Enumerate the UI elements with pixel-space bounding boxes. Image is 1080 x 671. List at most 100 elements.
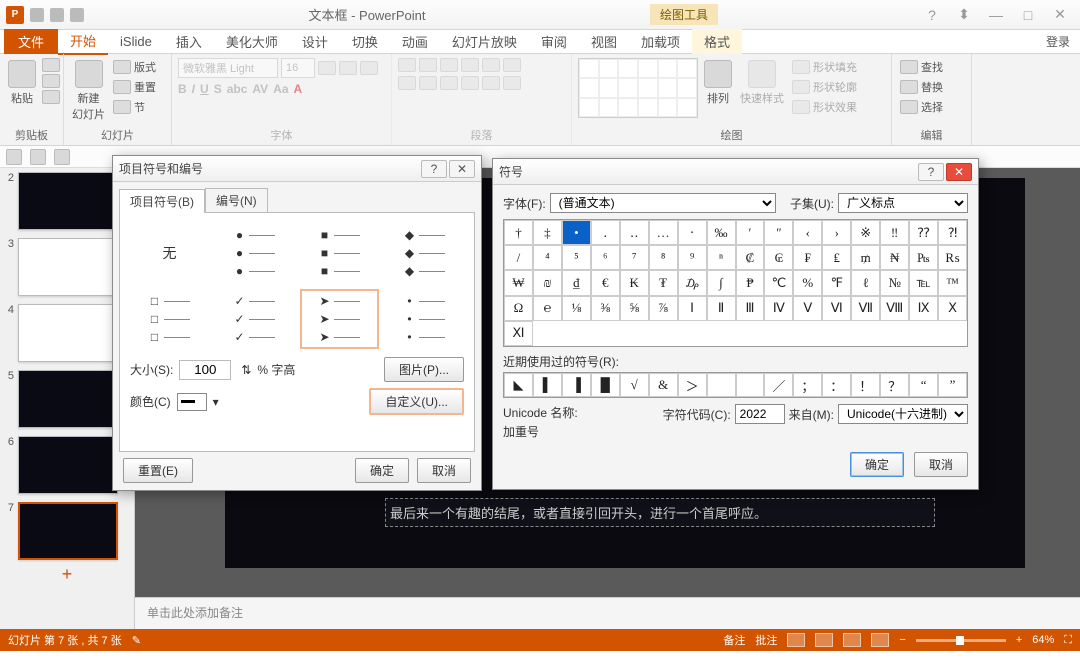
- shape-outline-button[interactable]: 形状轮廓: [790, 78, 859, 96]
- thumbnail-selected[interactable]: [18, 502, 118, 560]
- symbol-cell[interactable]: ′: [736, 220, 765, 245]
- symbol-cell[interactable]: ₡: [736, 245, 765, 270]
- symbol-cell[interactable]: ⅞: [649, 296, 678, 321]
- dialog-help-button[interactable]: ?: [918, 163, 944, 181]
- symbol-cell[interactable]: ›: [822, 220, 851, 245]
- recent-symbol-cell[interactable]: ／: [764, 373, 793, 397]
- symbol-cell[interactable]: %: [793, 270, 822, 295]
- symbol-cell[interactable]: ⁹: [678, 245, 707, 270]
- tab-home[interactable]: 开始: [58, 28, 108, 55]
- bullet-disc[interactable]: ●●●: [215, 223, 294, 283]
- reading-view-icon[interactable]: [843, 633, 861, 647]
- section-button[interactable]: 节: [111, 98, 158, 116]
- symbol-cell[interactable]: №: [880, 270, 909, 295]
- symbol-cell[interactable]: Ⅲ: [736, 296, 765, 321]
- recent-symbol-cell[interactable]: &: [649, 373, 678, 397]
- thumbnail[interactable]: [18, 238, 118, 296]
- recent-symbol-cell[interactable]: ；: [793, 373, 822, 397]
- symbol-cell[interactable]: ․: [591, 220, 620, 245]
- symbol-cell[interactable]: ‹: [793, 220, 822, 245]
- notes-pane[interactable]: 单击此处添加备注: [135, 597, 1080, 629]
- tab-addins[interactable]: 加载项: [629, 29, 692, 54]
- size-input[interactable]: [179, 360, 231, 380]
- maximize-button[interactable]: □: [1014, 5, 1042, 25]
- symbol-cell[interactable]: •: [562, 220, 591, 245]
- thumbnail[interactable]: [18, 304, 118, 362]
- qat-item[interactable]: [30, 8, 44, 22]
- symbol-cell[interactable]: ℃: [764, 270, 793, 295]
- numbering-icon[interactable]: [419, 58, 437, 72]
- bullets-icon[interactable]: [398, 58, 416, 72]
- minimize-button[interactable]: —: [982, 5, 1010, 25]
- symbol-cell[interactable]: ₪: [533, 270, 562, 295]
- symbol-cell[interactable]: ₥: [851, 245, 880, 270]
- reset-button[interactable]: 重置: [111, 78, 158, 96]
- ok-button[interactable]: 确定: [355, 458, 409, 483]
- symbol-cell[interactable]: ₫: [562, 270, 591, 295]
- symbol-cell[interactable]: ℉: [822, 270, 851, 295]
- dialog-help-button[interactable]: ?: [421, 160, 447, 178]
- symbol-cell[interactable]: ₭: [620, 270, 649, 295]
- symbol-cell[interactable]: ₮: [649, 270, 678, 295]
- add-slide-button[interactable]: +: [2, 564, 132, 585]
- symbol-cell[interactable]: Ⅶ: [851, 296, 880, 321]
- symbol-cell[interactable]: ‡: [533, 220, 562, 245]
- bullet-arrow[interactable]: ➤➤➤: [300, 289, 379, 349]
- symbol-cell[interactable]: ℓ: [851, 270, 880, 295]
- symbol-cell[interactable]: ⁸: [649, 245, 678, 270]
- recent-symbol-cell[interactable]: [707, 373, 736, 397]
- underline-button[interactable]: U: [200, 82, 209, 96]
- layout-button[interactable]: 版式: [111, 58, 158, 76]
- symbol-cell[interactable]: ″: [764, 220, 793, 245]
- recent-symbol-cell[interactable]: ”: [938, 373, 967, 397]
- close-button[interactable]: ✕: [1046, 5, 1074, 25]
- symbol-cell[interactable]: ₢: [764, 245, 793, 270]
- arrange-button[interactable]: 排列: [702, 58, 734, 108]
- symbol-cell[interactable]: ‧: [678, 220, 707, 245]
- indent-dec-icon[interactable]: [440, 58, 458, 72]
- symbol-cell[interactable]: ₨: [938, 245, 967, 270]
- tab-bullets[interactable]: 项目符号(B): [119, 189, 205, 213]
- format-painter-icon[interactable]: [42, 90, 60, 104]
- slide-textbox[interactable]: 最后来一个有趣的结尾，或者直接引回开头，进行一个首尾呼应。: [385, 498, 935, 527]
- color-picker[interactable]: [177, 393, 207, 411]
- indent-inc-icon[interactable]: [461, 58, 479, 72]
- tab-beautify[interactable]: 美化大师: [214, 29, 290, 54]
- symbol-cell[interactable]: Ⅺ: [504, 321, 533, 346]
- line-spacing-icon[interactable]: [482, 58, 500, 72]
- qat-item[interactable]: [50, 8, 64, 22]
- recent-symbol-cell[interactable]: ？: [880, 373, 909, 397]
- symbol-cell[interactable]: Ⅱ: [707, 296, 736, 321]
- bullet-diamond[interactable]: ◆◆◆: [385, 223, 464, 283]
- tab-insert[interactable]: 插入: [164, 29, 214, 54]
- recent-symbol-cell[interactable]: [736, 373, 765, 397]
- picture-button[interactable]: 图片(P)...: [384, 357, 464, 382]
- cancel-button[interactable]: 取消: [914, 452, 968, 477]
- symbol-cell[interactable]: ⁵: [562, 245, 591, 270]
- quickstyle-button[interactable]: 快速样式: [738, 58, 786, 108]
- symbol-cell[interactable]: ⅛: [562, 296, 591, 321]
- from-select[interactable]: Unicode(十六进制): [838, 404, 968, 424]
- recent-symbol-cell[interactable]: ▐: [562, 373, 591, 397]
- bullet-check[interactable]: ✓✓✓: [215, 289, 294, 349]
- tab-slideshow[interactable]: 幻灯片放映: [440, 29, 529, 54]
- fit-window-icon[interactable]: ⛶: [1064, 634, 1072, 647]
- bullet-dot[interactable]: •••: [385, 289, 464, 349]
- shrink-font-icon[interactable]: [339, 61, 357, 75]
- zoom-out-button[interactable]: −: [899, 634, 905, 646]
- cancel-button[interactable]: 取消: [417, 458, 471, 483]
- qat-item[interactable]: [70, 8, 84, 22]
- recent-symbol-cell[interactable]: ◣: [504, 373, 533, 397]
- justify-icon[interactable]: [461, 76, 479, 90]
- font-size-select[interactable]: [281, 58, 315, 78]
- shape-effect-button[interactable]: 形状效果: [790, 98, 859, 116]
- thumbnail[interactable]: [18, 370, 118, 428]
- symbol-cell[interactable]: ⁿ: [707, 245, 736, 270]
- symbol-cell[interactable]: ₯: [678, 270, 707, 295]
- replace-button[interactable]: 替换: [898, 78, 945, 96]
- clear-format-icon[interactable]: [360, 61, 378, 75]
- symbol-cell[interactable]: ™: [938, 270, 967, 295]
- case-button[interactable]: Aa: [273, 82, 288, 96]
- subset-select[interactable]: 广义标点: [838, 193, 968, 213]
- notes-toggle[interactable]: 备注: [723, 632, 745, 648]
